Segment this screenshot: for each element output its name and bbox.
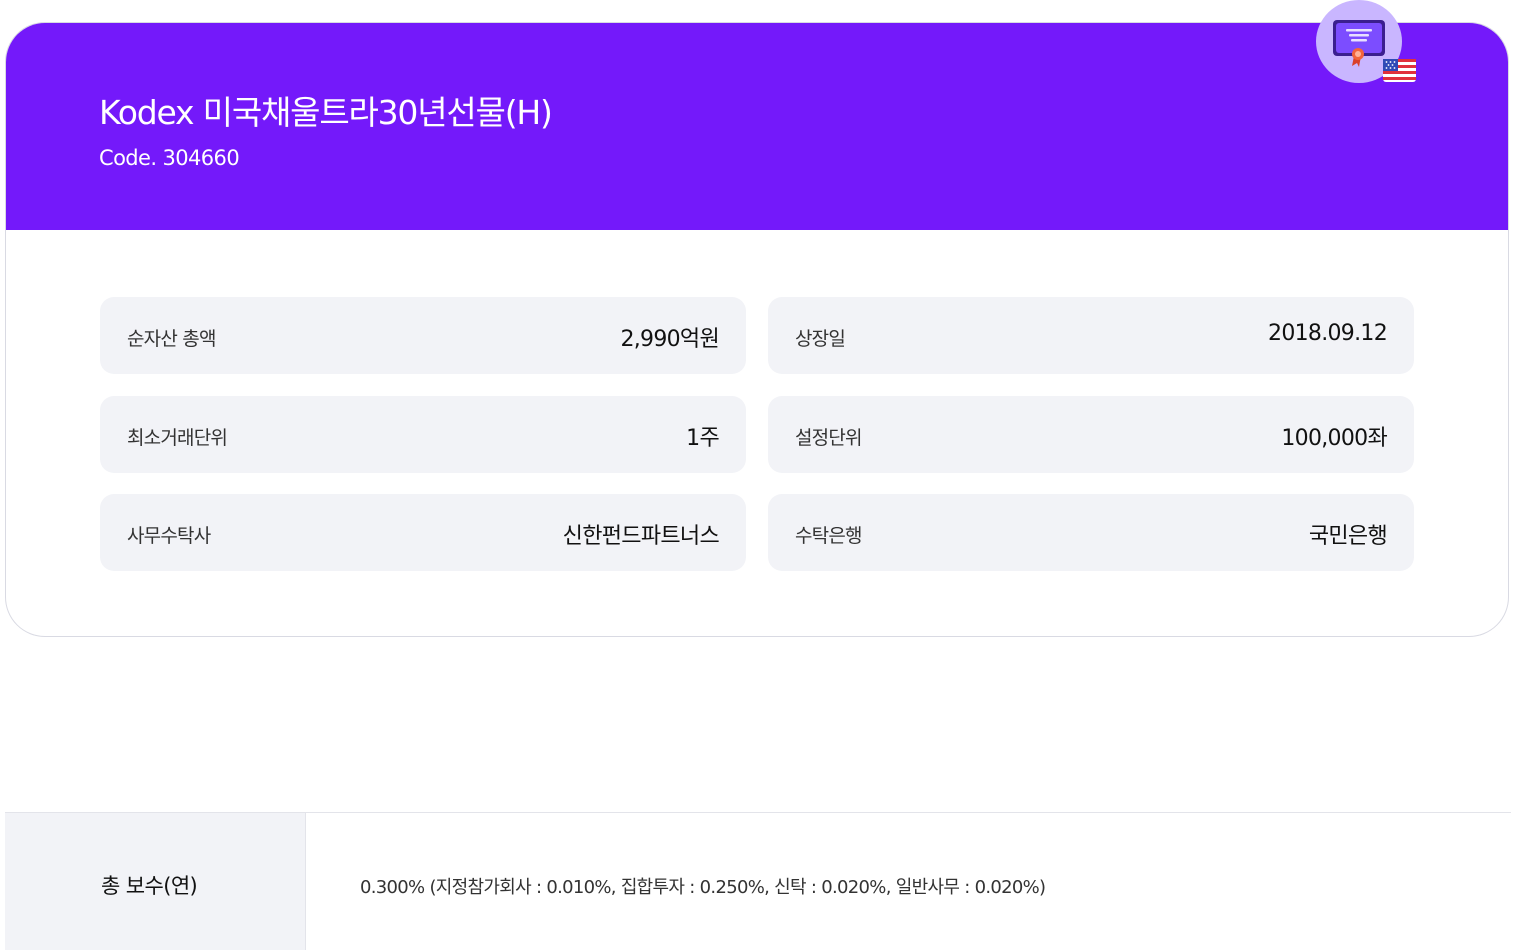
fund-header: Kodex 미국채울트라30년선물(H) Code. 304660 — [6, 23, 1508, 230]
info-value: 2018.09.12 — [1268, 321, 1388, 346]
info-value: 국민은행 — [1308, 524, 1388, 549]
fee-label: 총 보수(연) — [101, 874, 198, 898]
fee-table: 총 보수(연) 0.300% (지정참가회사 : 0.010%, 집합투자 : … — [5, 812, 1511, 950]
info-listing-date: 상장일 2018.09.12 — [768, 297, 1414, 374]
info-value: 100,000좌 — [1281, 426, 1387, 451]
fee-value: 0.300% (지정참가회사 : 0.010%, 집합투자 : 0.250%, … — [360, 877, 1046, 898]
info-trustee-bank: 수탁은행 국민은행 — [768, 494, 1414, 571]
info-net-assets: 순자산 총액 2,990억원 — [100, 297, 746, 374]
info-label: 설정단위 — [795, 427, 863, 449]
info-label: 상장일 — [795, 328, 846, 350]
info-creation-unit: 설정단위 100,000좌 — [768, 396, 1414, 473]
info-value: 1주 — [686, 426, 720, 451]
us-flag-icon — [1383, 59, 1416, 82]
info-label: 사무수탁사 — [127, 525, 211, 547]
info-min-trade-unit: 최소거래단위 1주 — [100, 396, 746, 473]
info-label: 순자산 총액 — [127, 328, 216, 350]
info-label: 수탁은행 — [795, 525, 863, 547]
fee-label-cell: 총 보수(연) — [5, 813, 306, 950]
fund-title: Kodex 미국채울트라30년선물(H) — [99, 93, 553, 132]
fund-summary-card: Kodex 미국채울트라30년선물(H) Code. 304660 순자산 총액… — [5, 22, 1509, 637]
info-administrator: 사무수탁사 신한펀드파트너스 — [100, 494, 746, 571]
info-value: 2,990억원 — [620, 327, 719, 352]
info-value: 신한펀드파트너스 — [562, 524, 720, 549]
info-label: 최소거래단위 — [127, 427, 228, 449]
fund-code: Code. 304660 — [99, 146, 240, 170]
